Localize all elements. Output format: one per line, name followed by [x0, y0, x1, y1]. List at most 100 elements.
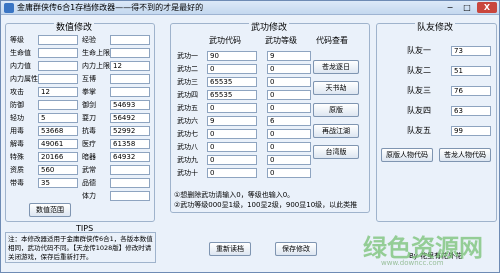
kungfu-label: 武功六: [177, 117, 198, 125]
stat-label: 解毒: [10, 140, 24, 148]
code-view-button[interactable]: 原版: [313, 103, 359, 117]
teammate-input[interactable]: 73: [451, 46, 491, 56]
code-view-button[interactable]: 苍龙逐日: [313, 60, 359, 74]
stat-input[interactable]: [38, 61, 78, 71]
stat-label: 内力上限: [82, 62, 110, 70]
stat-label: 经验: [82, 36, 96, 44]
teammate-label: 队友三: [407, 86, 431, 95]
maximize-button[interactable]: □: [459, 2, 475, 13]
teammate-input[interactable]: 99: [451, 126, 491, 136]
stat-label: 互博: [82, 75, 96, 83]
stat-input[interactable]: 560: [38, 165, 78, 175]
stat-label: 武常: [82, 166, 96, 174]
canglong-character-code-button[interactable]: 苍龙人物代码: [439, 148, 491, 162]
stat-label: 防御: [10, 101, 24, 109]
stat-label: 抗毒: [82, 127, 96, 135]
stat-input[interactable]: 35: [38, 178, 78, 188]
kungfu-level-input[interactable]: 9: [267, 51, 311, 61]
stat-input[interactable]: [110, 48, 150, 58]
teammate-label: 队友四: [407, 106, 431, 115]
kungfu-code-input[interactable]: 9: [207, 116, 257, 126]
stat-label: 拳掌: [82, 88, 96, 96]
code-view-button[interactable]: 天书劫: [313, 81, 359, 95]
kungfu-label: 武功四: [177, 91, 198, 99]
stat-input[interactable]: [38, 35, 78, 45]
stat-input[interactable]: 64932: [110, 152, 150, 162]
kungfu-code-input[interactable]: 0: [207, 155, 257, 165]
stats-panel: 数值修改 等级 生命值 内力值 内力属性 攻击 12 防御 轻功 5 用毒 53668 解毒 49061…: [5, 23, 155, 222]
stats-panel-title: 数值修改: [54, 23, 95, 34]
kungfu-level-input[interactable]: 0: [267, 168, 311, 178]
code-view-button[interactable]: 再战江湖: [313, 124, 359, 138]
tips-box: 注：本修改器适用于金庸群侠传6合1，各版本数值相同，武功代码不同。【天龙传102…: [5, 232, 156, 263]
minimize-button[interactable]: −: [442, 2, 458, 13]
kungfu-panel: 武功修改 武功代码 武功等级 代码查看 武功一 90 9 武功二 0 0 武功三 65535 0…: [170, 23, 370, 213]
kungfu-label: 武功三: [177, 78, 198, 86]
stat-label: 带毒: [10, 179, 24, 187]
app-window: 金庸群侠传6合1存档修改器——得不到的才是最好的 − □ X 数值修改 等级 生命…: [0, 0, 500, 273]
stat-input[interactable]: 5: [38, 113, 78, 123]
kungfu-panel-title: 武功修改: [249, 23, 290, 34]
stat-input[interactable]: [110, 165, 150, 175]
stat-input[interactable]: [110, 191, 150, 201]
kungfu-code-input[interactable]: 0: [207, 168, 257, 178]
kungfu-level-input[interactable]: 0: [267, 155, 311, 165]
stat-label: 医疗: [82, 140, 96, 148]
teammate-input[interactable]: 63: [451, 106, 491, 116]
kungfu-code-input[interactable]: 65535: [207, 90, 257, 100]
teammate-input[interactable]: 51: [451, 66, 491, 76]
kungfu-level-input[interactable]: 0: [267, 142, 311, 152]
kungfu-level-input[interactable]: 6: [267, 116, 311, 126]
kungfu-code-input[interactable]: 0: [207, 103, 257, 113]
teammate-input[interactable]: 76: [451, 86, 491, 96]
stat-label: 品德: [82, 179, 96, 187]
kungfu-code-input[interactable]: 0: [207, 129, 257, 139]
stat-input[interactable]: 53668: [38, 126, 78, 136]
kungfu-label: 武功一: [177, 52, 198, 60]
stat-input[interactable]: [110, 74, 150, 84]
stat-input[interactable]: [38, 74, 78, 84]
stat-input[interactable]: [38, 48, 78, 58]
kungfu-code-input[interactable]: 65535: [207, 77, 257, 87]
kungfu-label: 武功八: [177, 143, 198, 151]
kungfu-level-input[interactable]: 0: [267, 129, 311, 139]
stat-input[interactable]: 49061: [38, 139, 78, 149]
kungfu-level-input[interactable]: 0: [267, 90, 311, 100]
stat-input[interactable]: 56492: [110, 113, 150, 123]
original-character-code-button[interactable]: 原版人物代码: [381, 148, 433, 162]
kungfu-level-input[interactable]: 0: [267, 64, 311, 74]
teammate-label: 队友二: [407, 66, 431, 75]
kungfu-level-input[interactable]: 0: [267, 103, 311, 113]
kungfu-view-header: 代码查看: [316, 36, 348, 45]
stat-input[interactable]: [110, 178, 150, 188]
stat-input[interactable]: [38, 100, 78, 110]
stat-input[interactable]: 54693: [110, 100, 150, 110]
kungfu-code-input[interactable]: 0: [207, 142, 257, 152]
watermark-text: 绿色资源网: [363, 234, 483, 262]
stat-input[interactable]: 12: [38, 87, 78, 97]
kungfu-label: 武功七: [177, 130, 198, 138]
stat-label: 攻击: [10, 88, 24, 96]
kungfu-code-input[interactable]: 0: [207, 64, 257, 74]
stat-input[interactable]: 61358: [110, 139, 150, 149]
stat-input[interactable]: 20166: [38, 152, 78, 162]
kungfu-level-header: 武功等级: [265, 36, 297, 45]
kungfu-level-input[interactable]: 0: [267, 77, 311, 87]
close-button[interactable]: X: [477, 2, 497, 13]
value-range-button[interactable]: 数值范围: [29, 203, 71, 217]
stat-input[interactable]: 52992: [110, 126, 150, 136]
stat-label: 内力属性: [10, 75, 38, 83]
stat-input[interactable]: 12: [110, 61, 150, 71]
stat-label: 等级: [10, 36, 24, 44]
stat-label: 耍刀: [82, 114, 96, 122]
stat-input[interactable]: [110, 87, 150, 97]
teammate-label: 队友一: [407, 46, 431, 55]
kungfu-code-input[interactable]: 90: [207, 51, 257, 61]
reload-save-button[interactable]: 重新读档: [209, 242, 251, 256]
tips-text: 注：本修改器适用于金庸群侠传6合1，各版本数值相同，武功代码不同。【天龙传102…: [8, 235, 153, 261]
stat-label: 御剑: [82, 101, 96, 109]
save-changes-button[interactable]: 保存修改: [275, 242, 317, 256]
stat-input[interactable]: [110, 35, 150, 45]
kungfu-note-1: ①想删除武功请输入0，等级也输入0。: [174, 191, 295, 199]
code-view-button[interactable]: 台湾版: [313, 145, 359, 159]
